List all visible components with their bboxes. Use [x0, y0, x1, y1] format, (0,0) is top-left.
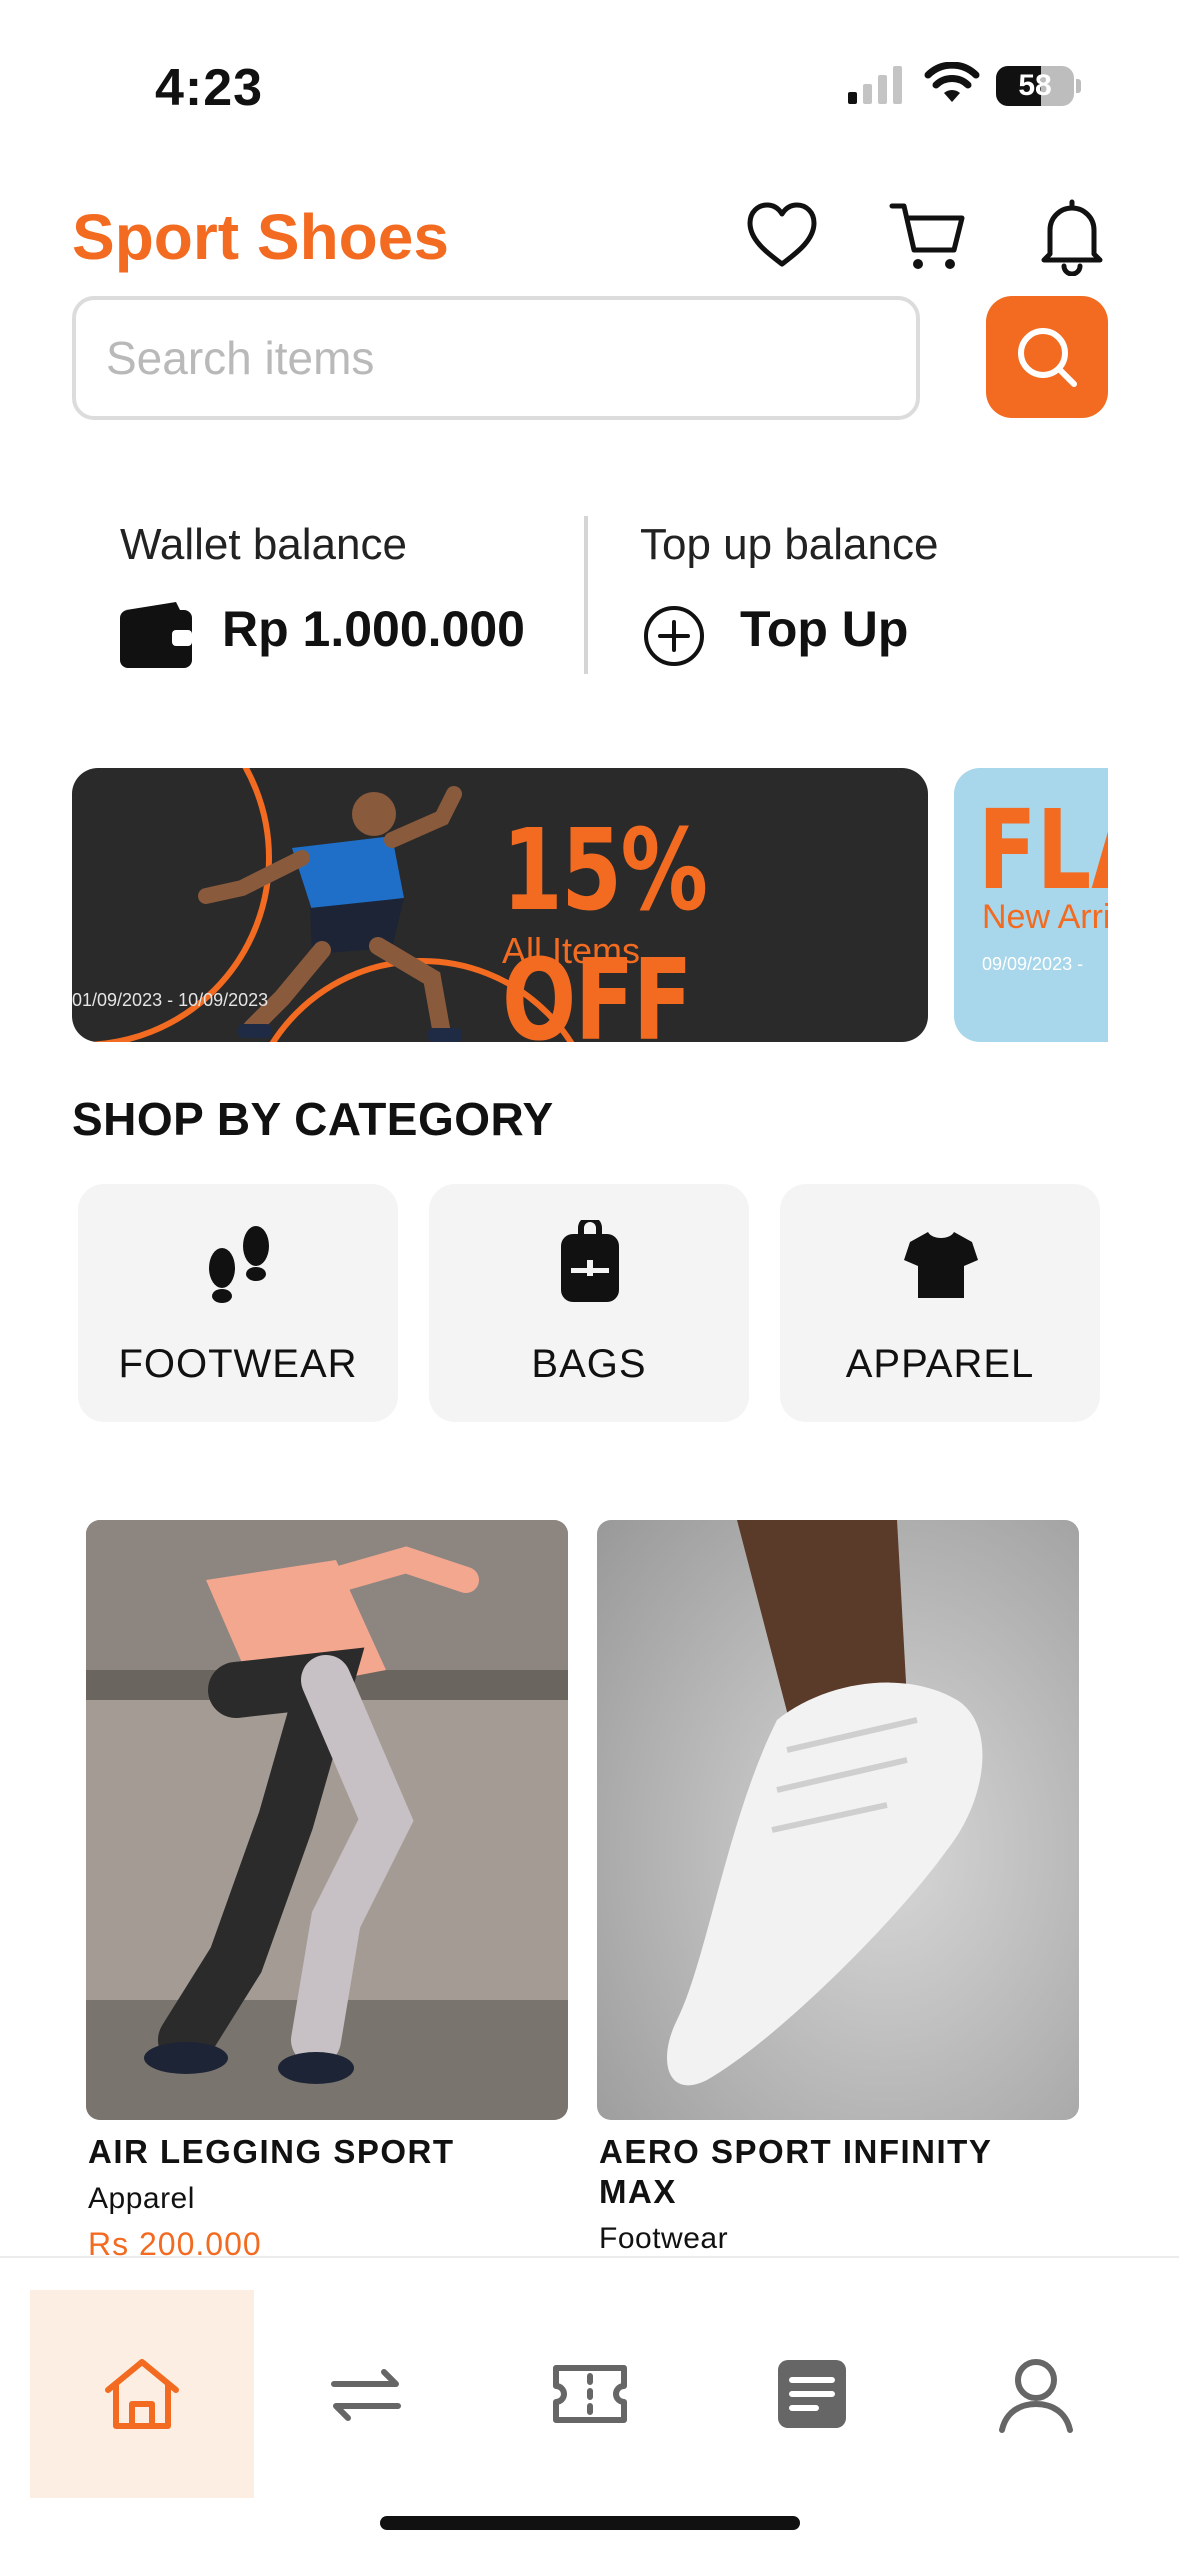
promo-subtitle: All Items	[502, 930, 641, 971]
topup-balance-label: Top up balance	[640, 520, 939, 569]
bell-icon[interactable]	[1032, 196, 1112, 276]
promo-banner-discount[interactable]: 15% OFF All Items 01/09/2023 - 10/09/202…	[72, 768, 928, 1042]
tshirt-icon	[904, 1232, 978, 1298]
nav-orders[interactable]	[700, 2290, 924, 2498]
backpack-icon	[561, 1220, 619, 1302]
heart-icon[interactable]	[742, 196, 822, 276]
wallet-icon	[120, 602, 192, 668]
nav-home[interactable]	[30, 2290, 254, 2498]
promo-subtitle: New Arri	[982, 898, 1108, 936]
promo-carousel[interactable]: 15% OFF All Items 01/09/2023 - 10/09/202…	[72, 768, 1108, 1042]
nav-voucher[interactable]	[478, 2290, 702, 2498]
product-category: Footwear	[599, 2222, 729, 2255]
category-section-title: SHOP BY CATEGORY	[72, 1093, 554, 1145]
plus-circle-icon[interactable]	[642, 604, 706, 668]
category-label: APPAREL	[845, 1342, 1035, 1386]
product-name: AERO SPORT INFINITY MAX	[599, 2133, 992, 2210]
nav-transfer[interactable]	[254, 2290, 478, 2498]
search-icon	[1018, 328, 1077, 387]
promo-dates: 09/09/2023 -	[982, 954, 1084, 974]
voucher-icon	[553, 2365, 627, 2423]
search-input[interactable]	[72, 296, 920, 420]
cart-icon[interactable]	[888, 196, 968, 276]
topup-button[interactable]: Top Up	[740, 600, 908, 658]
orders-icon	[778, 2360, 846, 2428]
nav-profile[interactable]	[924, 2290, 1148, 2498]
category-label: FOOTWEAR	[118, 1342, 358, 1386]
promo-dates: 01/09/2023 - 10/09/2023	[72, 990, 269, 1010]
transfer-icon	[331, 2369, 401, 2421]
home-icon	[105, 2359, 179, 2429]
wallet-amount: Rp 1.000.000	[222, 601, 525, 657]
category-footwear[interactable]: FOOTWEAR	[78, 1184, 398, 1422]
battery-level: 58	[1018, 69, 1052, 102]
divider	[584, 516, 588, 674]
product-category: Apparel	[88, 2182, 195, 2215]
category-apparel[interactable]: APPAREL	[780, 1184, 1100, 1422]
category-bags[interactable]: BAGS	[429, 1184, 749, 1422]
battery-icon: 58	[996, 66, 1081, 106]
promo-headline: FLA	[978, 786, 1108, 914]
product-name: AIR LEGGING SPORT	[88, 2133, 455, 2170]
cellular-signal-icon	[848, 66, 902, 104]
promo-headline: 15% OFF	[502, 806, 708, 1042]
app-title: Sport Shoes	[72, 201, 449, 273]
profile-icon	[999, 2359, 1073, 2433]
bottom-nav	[0, 2256, 1179, 2556]
status-bar: 4:23 58	[0, 0, 1179, 150]
product-image	[597, 1520, 1079, 2120]
status-time: 4:23	[155, 59, 264, 117]
wallet-balance-label: Wallet balance	[120, 520, 407, 569]
home-indicator	[380, 2516, 800, 2530]
footprints-icon	[209, 1226, 269, 1303]
category-label: BAGS	[531, 1342, 647, 1386]
wifi-icon	[924, 62, 980, 102]
promo-banner-flash[interactable]: FLA New Arri 09/09/2023 -	[954, 768, 1108, 1042]
search-button[interactable]	[986, 296, 1108, 418]
product-image	[86, 1520, 568, 2120]
